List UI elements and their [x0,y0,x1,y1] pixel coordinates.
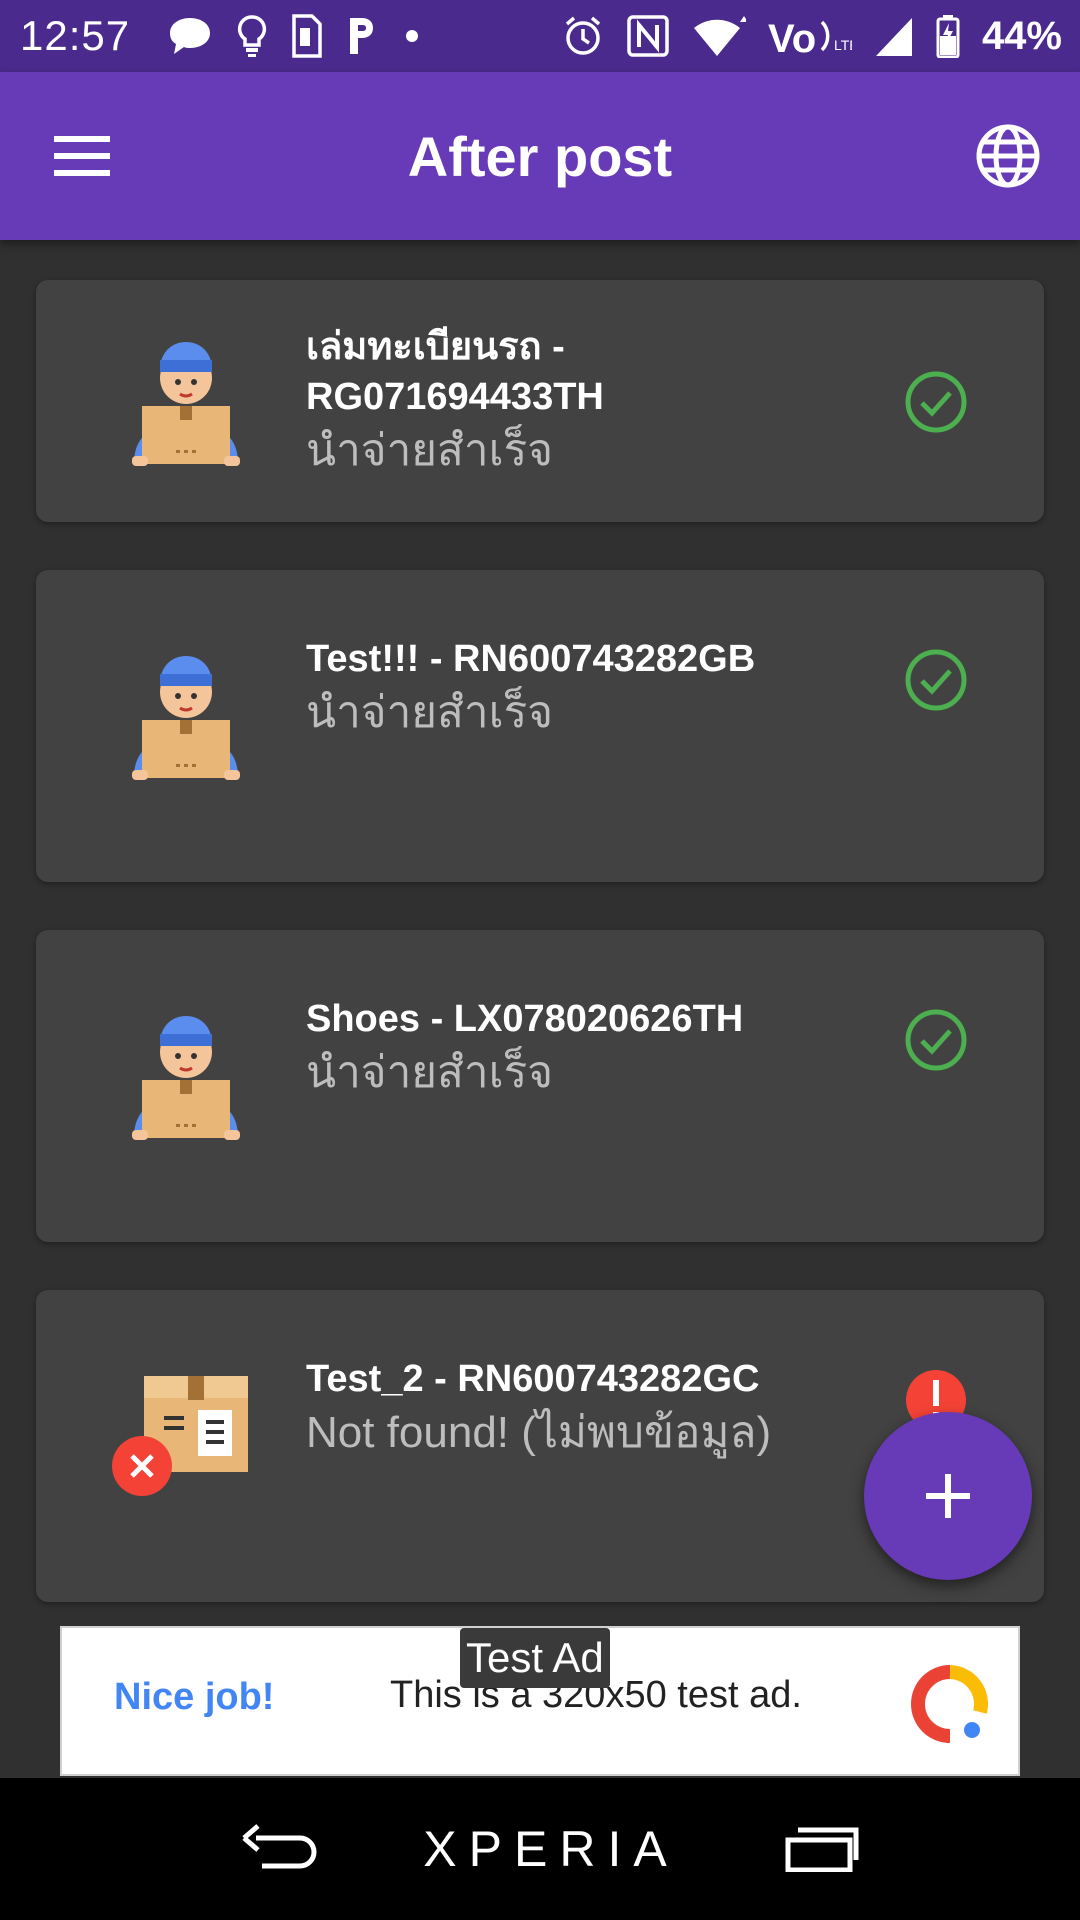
battery-percent: 44% [981,13,1062,58]
box-error-icon [112,1360,252,1500]
svg-text:Vo: Vo [768,17,816,58]
status-bar: 12:57 Vo LTE [0,0,1080,72]
lightbulb-icon [236,14,268,58]
item-title: เล่มทะเบียนรถ - RG071694433TH [306,326,604,418]
check-circle-icon [904,1008,968,1072]
check-circle-icon [904,370,968,434]
nav-bar: XPERIA [0,1778,1080,1920]
brand-logo: XPERIA [423,1821,679,1877]
item-status: Not found! (ไม่พบข้อมูล) [306,1408,772,1457]
item-title: Test!!! - RN600743282GB [306,638,756,680]
recents-icon[interactable] [784,1826,860,1872]
item-title: Shoes - LX078020626TH [306,998,744,1040]
nfc-icon [626,14,670,58]
add-tracking-button[interactable] [864,1412,1032,1580]
courier-icon [126,640,246,780]
ad-tag: Test Ad [460,1628,610,1688]
item-status: นำจ่ายสำเร็จ [306,426,554,475]
wifi-icon [692,14,746,58]
volte-icon: Vo LTE [768,14,852,58]
page-title: After post [407,124,673,188]
item-status: นำจ่ายสำเร็จ [306,688,554,737]
alarm-icon [562,14,604,58]
check-circle-icon [904,648,968,712]
plus-icon [924,1472,972,1520]
list-item[interactable]: Shoes - LX078020626TH นำจ่ายสำเร็จ [36,930,1044,1242]
battery-icon [936,14,960,58]
courier-icon [126,1000,246,1140]
ad-logo-icon [910,1664,990,1744]
item-status: นำจ่ายสำเร็จ [306,1048,554,1097]
signal-icon [874,14,914,58]
chat-bubble-icon [166,14,214,58]
dot-icon [400,14,424,58]
parking-icon [344,14,378,58]
back-icon[interactable] [242,1824,318,1874]
status-time: 12:57 [20,12,131,59]
ad-headline: Nice job! [114,1676,275,1718]
sim-card-icon [290,14,322,58]
courier-icon [126,326,246,466]
hamburger-menu-icon[interactable] [52,134,112,178]
item-title: Test_2 - RN600743282GC [306,1358,760,1400]
app-bar: After post [0,72,1080,240]
list-item[interactable]: เล่มทะเบียนรถ - RG071694433TH นำจ่ายสำเร… [36,280,1044,522]
globe-icon[interactable] [974,122,1042,190]
list-item[interactable]: Test!!! - RN600743282GB นำจ่ายสำเร็จ [36,570,1044,882]
svg-text:LTE: LTE [834,37,852,53]
